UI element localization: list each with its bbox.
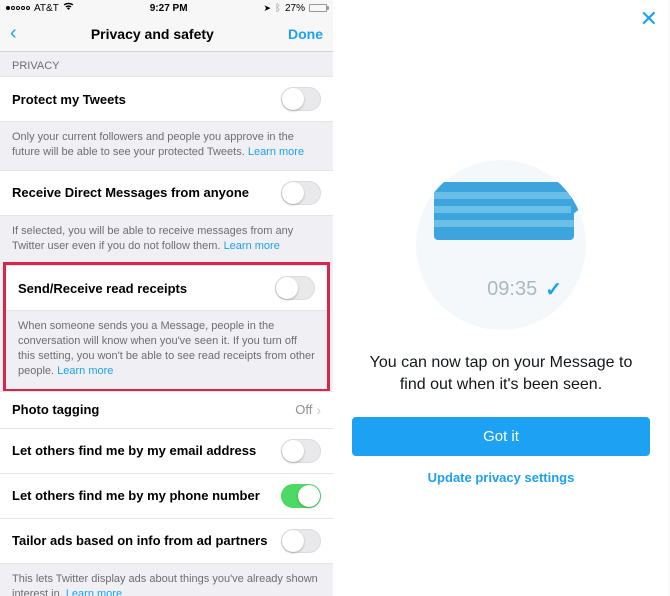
signal-dots-icon [6,6,30,10]
desc-read-receipts: When someone sends you a Message, people… [6,311,327,388]
learn-more-link[interactable]: Learn more [66,588,122,596]
done-button[interactable]: Done [288,26,323,42]
row-value: Off [295,402,312,417]
read-receipts-promo-screen: ✕ 09:35 ✓ You can now tap on your Messag… [334,0,668,596]
row-label: Let others find me by my phone number [12,488,281,503]
row-label: Protect my Tweets [12,92,281,107]
privacy-settings-screen: AT&T 9:27 PM ➤ ᛒ 27% ‹ Privacy and safet… [0,0,334,596]
highlight-read-receipts: Send/Receive read receipts When someone … [3,262,330,391]
promo-illustration: 09:35 ✓ [334,160,668,330]
learn-more-link[interactable]: Learn more [224,240,280,252]
got-it-button[interactable]: Got it [352,417,650,456]
toggle-find-by-email[interactable] [281,439,321,463]
back-button[interactable]: ‹ [10,22,17,45]
learn-more-link[interactable]: Learn more [248,146,304,158]
wifi-icon [63,2,74,14]
status-time: 9:27 PM [150,3,188,14]
toggle-find-by-phone[interactable] [281,484,321,508]
desc-protect-tweets: Only your current followers and people y… [0,122,333,170]
row-read-receipts[interactable]: Send/Receive read receipts [6,265,327,311]
chevron-right-icon: › [316,402,321,418]
toggle-receive-dms[interactable] [281,181,321,205]
toggle-tailor-ads[interactable] [281,529,321,553]
page-title: Privacy and safety [91,26,214,42]
row-find-by-email[interactable]: Let others find me by my email address [0,429,333,474]
carrier-label: AT&T [34,3,59,14]
location-icon: ➤ [263,3,271,14]
row-find-by-phone[interactable]: Let others find me by my phone number [0,474,333,519]
battery-icon [309,4,327,12]
row-label: Photo tagging [12,402,295,417]
status-bar: AT&T 9:27 PM ➤ ᛒ 27% [0,0,333,16]
row-label: Let others find me by my email address [12,443,281,458]
desc-receive-dms: If selected, you will be able to receive… [0,216,333,264]
row-label: Tailor ads based on info from ad partner… [12,533,281,548]
row-protect-tweets[interactable]: Protect my Tweets [0,76,333,122]
desc-tailor-ads: This lets Twitter display ads about thin… [0,564,333,596]
row-receive-dms[interactable]: Receive Direct Messages from anyone [0,170,333,216]
check-icon: ✓ [545,277,562,302]
section-header-privacy: Privacy [0,52,333,76]
toggle-protect-tweets[interactable] [281,87,321,111]
bluetooth-icon: ᛒ [275,3,281,14]
promo-text: You can now tap on your Message to find … [334,330,668,395]
row-label: Send/Receive read receipts [18,281,275,296]
battery-pct: 27% [285,3,305,14]
toggle-read-receipts[interactable] [275,276,315,300]
update-privacy-link[interactable]: Update privacy settings [334,470,668,485]
close-button[interactable]: ✕ [640,6,658,32]
row-photo-tagging[interactable]: Photo tagging Off › [0,391,333,429]
promo-time: 09:35 [487,278,537,301]
message-bubble-icon [434,182,574,240]
learn-more-link[interactable]: Learn more [57,365,113,377]
row-tailor-ads[interactable]: Tailor ads based on info from ad partner… [0,519,333,564]
nav-bar: ‹ Privacy and safety Done [0,16,333,52]
row-label: Receive Direct Messages from anyone [12,185,281,200]
